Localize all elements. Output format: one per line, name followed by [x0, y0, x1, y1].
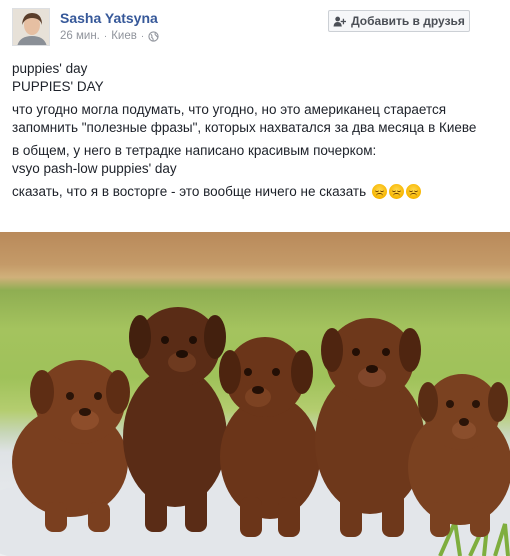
post-line: PUPPIES' DAY — [12, 78, 104, 94]
post-line: сказать, что я в восторге - это вообще н… — [12, 184, 367, 199]
upside-down-smile-emoji — [388, 184, 404, 199]
puppies-image — [0, 307, 510, 556]
post-line: vsyo pash-low puppies' day — [12, 160, 177, 176]
post-time[interactable]: 26 мин. — [60, 30, 100, 42]
avatar-photo — [13, 9, 49, 45]
add-friend-button[interactable]: Добавить в друзья — [328, 10, 470, 32]
add-friend-icon — [333, 16, 347, 27]
author-name[interactable]: Sasha Yatsyna — [60, 10, 158, 26]
post-line: в общем, у него в тетрадке написано крас… — [12, 143, 377, 158]
add-friend-label: Добавить в друзья — [351, 14, 465, 28]
post-line: puppies' day — [12, 61, 88, 76]
separator-dot: · — [140, 30, 145, 42]
upside-down-smile-emoji — [405, 184, 421, 199]
post-line: что угодно могла подумать, что угодно, н… — [12, 102, 477, 135]
upside-down-smile-emoji — [371, 184, 387, 199]
post-text: puppies' day PUPPIES' DAY что угодно мог… — [12, 60, 490, 207]
post-meta: 26 мин. · Киев · — [60, 30, 159, 42]
post-line-with-emoji: сказать, что я в восторге - это вообще н… — [12, 183, 490, 201]
post-location[interactable]: Киев — [111, 30, 137, 42]
post-photo[interactable] — [0, 232, 510, 556]
facebook-post: Sasha Yatsyna 26 мин. · Киев · Добавить … — [0, 0, 510, 556]
avatar[interactable] — [12, 8, 50, 46]
globe-icon[interactable] — [148, 30, 159, 42]
separator-dot: · — [103, 30, 108, 42]
